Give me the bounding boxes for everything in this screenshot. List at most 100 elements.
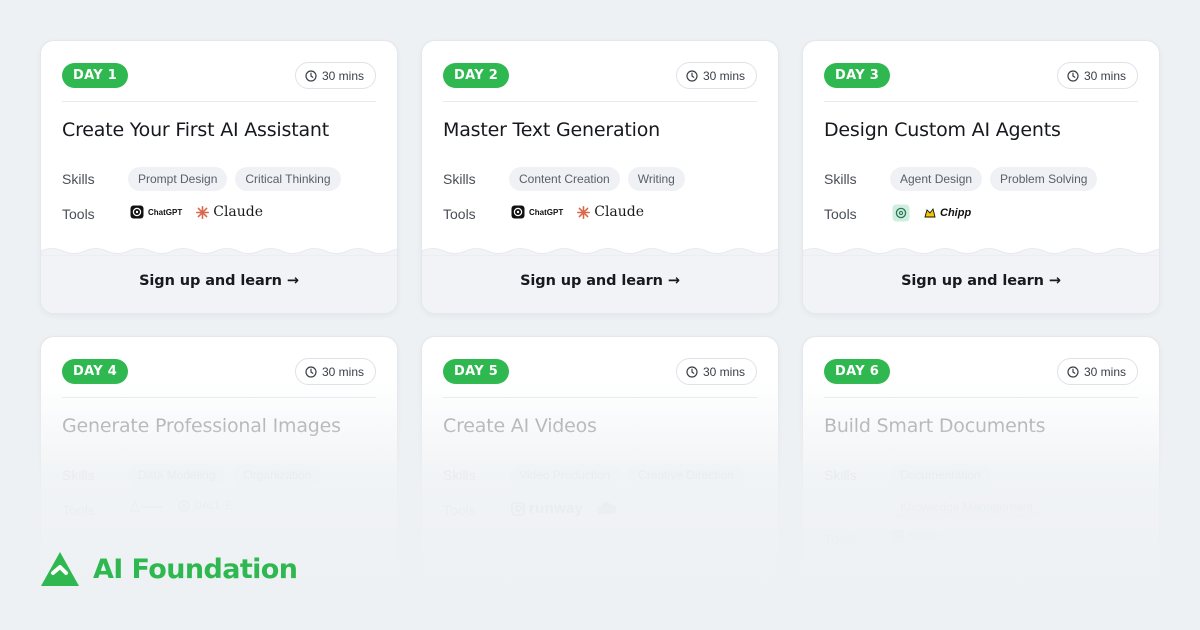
- card-title: Master Text Generation: [443, 119, 660, 141]
- card-title: Generate Professional Images: [62, 415, 341, 437]
- tool-name: runway: [529, 500, 584, 517]
- skill-chip: Data Modeling: [128, 463, 226, 487]
- sign-up-link[interactable]: Sign up and learn →: [422, 273, 778, 289]
- skill-chip: Agent Design: [890, 167, 983, 191]
- tool-claude: Claude: [577, 204, 644, 220]
- wave-divider: [422, 248, 778, 256]
- card-title: Build Smart Documents: [824, 415, 1046, 437]
- card-title: Create Your First AI Assistant: [62, 119, 329, 141]
- tool-name: DALL·E: [194, 500, 233, 512]
- tools-list: Notion: [892, 530, 940, 542]
- skill-chip: Organization: [233, 463, 322, 487]
- course-card-day-6[interactable]: DAY 6 30 mins Build Smart Documents Skil…: [802, 336, 1160, 630]
- card-title: Design Custom AI Agents: [824, 119, 1061, 141]
- chatgpt-icon: [130, 205, 144, 219]
- duration-pill: 30 mins: [1056, 358, 1138, 385]
- day-badge: DAY 6: [824, 359, 891, 384]
- clock-icon: [305, 365, 317, 378]
- tool-chatgpt: ChatGPT: [130, 205, 182, 219]
- skills-label: Skills: [443, 467, 476, 483]
- tools-list: Chipp: [892, 204, 971, 222]
- duration-text: 30 mins: [1083, 68, 1126, 83]
- card-footer[interactable]: Sign up and learn →: [41, 248, 397, 313]
- card-header: DAY 4 30 mins: [62, 358, 376, 398]
- tools-label: Tools: [824, 531, 857, 547]
- skill-chip: Creative Direction: [628, 463, 744, 487]
- duration-pill: 30 mins: [675, 62, 757, 89]
- card-footer[interactable]: Sign up and learn →: [422, 248, 778, 313]
- claude-icon: [196, 205, 210, 219]
- tools-label: Tools: [443, 206, 476, 222]
- skills-list: Documentation Knowledge Management: [890, 463, 1050, 519]
- clock-icon: [305, 69, 317, 82]
- skill-chip: Knowledge Management: [890, 495, 1043, 519]
- duration-text: 30 mins: [321, 68, 364, 83]
- dalle-icon: [178, 500, 190, 512]
- tool-name: Claude: [213, 204, 264, 220]
- tool-chipp: Chipp: [924, 207, 971, 219]
- card-header: DAY 5 30 mins: [443, 358, 757, 398]
- tool-name: ChatGPT: [529, 207, 564, 217]
- skill-chip: Documentation: [890, 463, 991, 487]
- skills-list: Agent Design Problem Solving: [890, 167, 1140, 191]
- skills-list: Prompt Design Critical Thinking: [128, 167, 378, 191]
- card-header: DAY 6 30 mins: [824, 358, 1138, 398]
- chatgpt-icon: [511, 205, 525, 219]
- duration-pill: 30 mins: [1056, 62, 1138, 89]
- duration-text: 30 mins: [1083, 364, 1126, 379]
- tool-name: Claude: [594, 204, 645, 220]
- duration-pill: 30 mins: [675, 358, 757, 385]
- tools-label: Tools: [824, 206, 857, 222]
- skill-chip: Problem Solving: [990, 167, 1098, 191]
- tools-list: DALL·E: [130, 500, 233, 512]
- clock-icon: [686, 69, 698, 82]
- course-card-day-5[interactable]: DAY 5 30 mins Create AI Videos Skills Vi…: [421, 336, 779, 630]
- duration-text: 30 mins: [702, 68, 745, 83]
- tool-name: Notion: [908, 530, 940, 542]
- skills-label: Skills: [824, 467, 857, 483]
- cloud-icon: [597, 502, 617, 514]
- brand: AI Foundation: [40, 551, 298, 587]
- chipp-icon: [924, 207, 936, 218]
- tool-dalle: DALL·E: [178, 500, 233, 512]
- skill-chip: Content Creation: [509, 167, 620, 191]
- skills-list: Content Creation Writing: [509, 167, 759, 191]
- course-card-day-3[interactable]: DAY 3 30 mins Design Custom AI Agents Sk…: [802, 40, 1160, 314]
- wave-divider: [41, 248, 397, 256]
- tools-label: Tools: [62, 206, 95, 222]
- clock-icon: [1067, 69, 1079, 82]
- day-badge: DAY 3: [824, 63, 891, 88]
- day-badge: DAY 2: [443, 63, 510, 88]
- course-card-day-1[interactable]: DAY 1 30 mins Create Your First AI Assis…: [40, 40, 398, 314]
- tool-runway: runway: [511, 500, 583, 517]
- runway-icon: [511, 501, 525, 516]
- card-header: DAY 2 30 mins: [443, 62, 757, 102]
- chatgpt-icon: [892, 204, 910, 222]
- sign-up-link[interactable]: Sign up and learn →: [803, 273, 1159, 289]
- duration-text: 30 mins: [321, 364, 364, 379]
- clock-icon: [1067, 365, 1079, 378]
- sign-up-link[interactable]: Sign up and learn →: [41, 273, 397, 289]
- skills-label: Skills: [62, 171, 95, 187]
- course-card-day-2[interactable]: DAY 2 30 mins Master Text Generation Ski…: [421, 40, 779, 314]
- card-header: DAY 1 30 mins: [62, 62, 376, 102]
- mountain-logo-icon: [41, 552, 79, 586]
- skill-chip: Prompt Design: [128, 167, 228, 191]
- claude-icon: [577, 205, 591, 219]
- duration-text: 30 mins: [702, 364, 745, 379]
- midjourney-icon: [130, 500, 162, 512]
- brand-name: AI Foundation: [93, 553, 298, 585]
- tool-notion: Notion: [892, 530, 940, 542]
- clock-icon: [686, 365, 698, 378]
- card-title: Create AI Videos: [443, 415, 597, 437]
- day-badge: DAY 5: [443, 359, 510, 384]
- wave-divider: [803, 248, 1159, 256]
- tool-name: ChatGPT: [148, 207, 183, 217]
- tool-claude: Claude: [196, 204, 263, 220]
- card-footer[interactable]: Sign up and learn →: [803, 248, 1159, 313]
- day-badge: DAY 1: [62, 63, 129, 88]
- tools-list: ChatGPT Claude: [130, 204, 263, 220]
- tools-label: Tools: [62, 502, 95, 518]
- tool-cloud: [597, 502, 617, 515]
- skills-list: Video Production Creative Direction: [509, 463, 759, 487]
